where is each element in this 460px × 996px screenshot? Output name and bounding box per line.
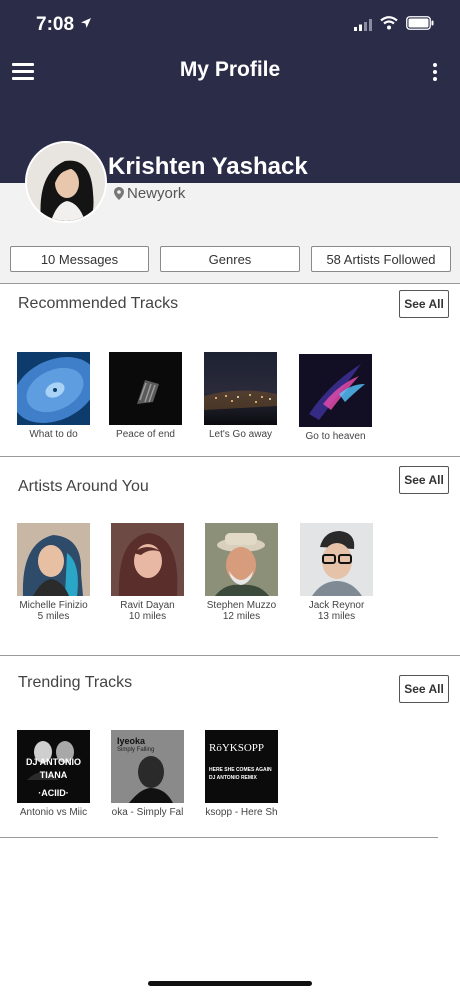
section-divider — [0, 655, 460, 656]
track-artwork — [299, 354, 372, 427]
track-card[interactable]: Let's Go away — [204, 352, 277, 440]
artist-card[interactable]: Ravit Dayan 10 miles — [111, 523, 184, 622]
messages-button[interactable]: 10 Messages — [10, 246, 149, 272]
recommended-see-all-button[interactable]: See All — [399, 290, 449, 318]
track-title: What to do — [29, 429, 78, 440]
artist-distance: 12 miles — [222, 611, 261, 622]
genres-button[interactable]: Genres — [160, 246, 300, 272]
artist-photo — [300, 523, 373, 596]
location-pin-icon — [114, 187, 124, 200]
location-arrow-icon — [80, 16, 92, 34]
artist-name: Ravit Dayan — [120, 600, 175, 611]
artist-name: Stephen Muzzo — [206, 600, 277, 611]
track-artwork — [17, 352, 90, 425]
status-time: 7:08 — [36, 14, 75, 35]
status-bar: 7:08 — [0, 0, 460, 50]
track-card[interactable]: What to do — [17, 352, 90, 440]
artwork-subtext: TIANA — [39, 770, 68, 780]
track-artwork: RöYKSOPP HERE SHE COMES AGAIN DJ ANTONIO… — [205, 730, 278, 803]
profile-location-text: Newyork — [127, 185, 186, 202]
artwork-footer-text: DJ ANTONIO REMIX — [209, 775, 257, 781]
artists-followed-button[interactable]: 58 Artists Followed — [311, 246, 451, 272]
artist-card[interactable]: Stephen Muzzo 12 miles — [205, 523, 278, 622]
artwork-subtext: Simply Falling — [117, 747, 155, 753]
track-title: Let's Go away — [208, 429, 273, 440]
battery-icon — [406, 16, 434, 35]
section-divider — [0, 837, 438, 838]
more-options-icon[interactable] — [433, 63, 439, 84]
artist-distance: 10 miles — [128, 611, 167, 622]
artwork-subtext: HERE SHE COMES AGAIN — [209, 767, 272, 773]
track-card[interactable]: Peace of end — [109, 352, 182, 440]
artwork-text: RöYKSOPP — [209, 742, 265, 754]
artist-photo — [111, 523, 184, 596]
artwork-footer-text: ·ACIID· — [38, 788, 69, 798]
artwork-text: Iyeoka — [117, 736, 146, 746]
home-indicator[interactable] — [148, 981, 312, 986]
artwork-text: DJ ANTONIO — [25, 757, 81, 767]
page-title: My Profile — [179, 58, 281, 81]
artist-distance: 13 miles — [317, 611, 356, 622]
artist-card[interactable]: Jack Reynor 13 miles — [300, 523, 373, 622]
track-title: ksopp - Here Sh — [205, 807, 278, 818]
cellular-signal-icon — [354, 18, 372, 36]
trending-see-all-button[interactable]: See All — [399, 675, 449, 703]
track-artwork: DJ ANTONIO TIANA ·ACIID· — [17, 730, 90, 803]
track-artwork: Iyeoka Simply Falling — [111, 730, 184, 803]
trending-track-card[interactable]: Iyeoka Simply Falling oka - Simply Fal — [111, 730, 184, 818]
trending-track-card[interactable]: DJ ANTONIO TIANA ·ACIID· Antonio vs Miic — [17, 730, 90, 818]
track-title: Go to heaven — [305, 431, 366, 442]
track-artwork — [109, 352, 182, 425]
trending-track-card[interactable]: RöYKSOPP HERE SHE COMES AGAIN DJ ANTONIO… — [205, 730, 278, 818]
artist-photo — [205, 523, 278, 596]
profile-location: Newyork — [114, 185, 185, 202]
track-title: oka - Simply Fal — [111, 807, 184, 818]
artist-distance: 5 miles — [37, 611, 70, 622]
artist-card[interactable]: Michelle Finizio 5 miles — [17, 523, 90, 622]
artist-name: Jack Reynor — [308, 600, 365, 611]
artist-photo — [17, 523, 90, 596]
artist-name: Michelle Finizio — [19, 600, 88, 611]
recommended-tracks-title: Recommended Tracks — [18, 295, 179, 312]
trending-tracks-title: Trending Tracks — [18, 674, 133, 691]
track-card[interactable]: Go to heaven — [299, 354, 372, 442]
profile-name: Krishten Yashack — [108, 153, 308, 180]
profile-avatar[interactable] — [25, 141, 107, 223]
track-title: Antonio vs Miic — [19, 807, 88, 818]
section-divider — [0, 456, 460, 457]
track-title: Peace of end — [116, 429, 175, 440]
section-divider — [0, 283, 460, 284]
wifi-icon — [380, 16, 398, 35]
track-artwork — [204, 352, 277, 425]
artists-see-all-button[interactable]: See All — [399, 466, 449, 494]
artists-around-title: Artists Around You — [18, 478, 149, 495]
